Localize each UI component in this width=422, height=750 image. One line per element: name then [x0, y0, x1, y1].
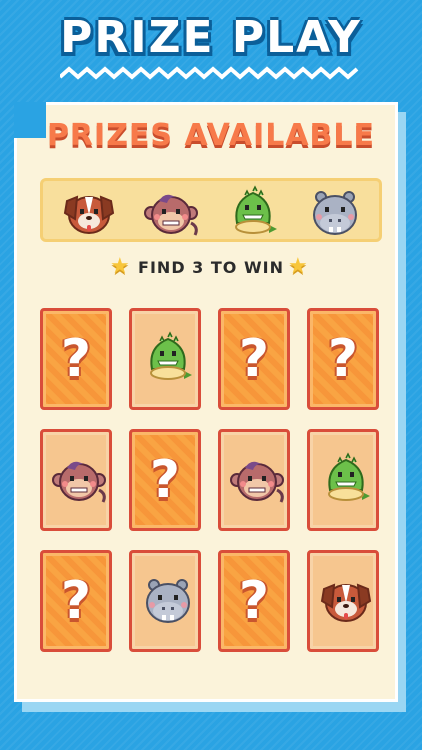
prizes-heading: PRIZES AVAILABLE: [46, 118, 376, 153]
hippo-icon: [138, 573, 198, 631]
question-mark: ?: [238, 329, 270, 389]
revealed-card-crocodile[interactable]: [129, 308, 201, 410]
monkey-icon: [227, 452, 287, 510]
revealed-card-monkey[interactable]: [218, 429, 290, 531]
dog-icon: [316, 573, 376, 631]
monkey-icon: [49, 452, 109, 510]
hidden-card[interactable]: ?: [40, 550, 112, 652]
question-mark: ?: [149, 450, 181, 510]
hidden-card[interactable]: ?: [218, 550, 290, 652]
revealed-card-hippo[interactable]: [129, 550, 201, 652]
revealed-card-crocodile[interactable]: [307, 429, 379, 531]
game-title: PRIZE PLAY: [60, 12, 362, 63]
hidden-card[interactable]: ?: [218, 308, 290, 410]
question-mark: ?: [60, 571, 92, 631]
crocodile-icon: [138, 331, 198, 389]
find-hint: ★ FIND 3 TO WIN ★: [0, 254, 422, 279]
prize-monkey-icon: [141, 185, 201, 239]
question-mark: ?: [60, 329, 92, 389]
prize-strip: [40, 178, 382, 242]
hidden-card[interactable]: ?: [40, 308, 112, 410]
revealed-card-dog[interactable]: [307, 550, 379, 652]
prize-crocodile-icon: [223, 185, 283, 239]
revealed-card-monkey[interactable]: [40, 429, 112, 531]
star-icon: ★: [288, 254, 309, 279]
hidden-card[interactable]: ?: [129, 429, 201, 531]
prize-dog-icon: [59, 185, 119, 239]
question-mark: ?: [327, 329, 359, 389]
prize-hippo-icon: [305, 185, 365, 239]
find-hint-text: FIND 3 TO WIN: [138, 258, 284, 277]
question-mark: ?: [238, 571, 270, 631]
hidden-card[interactable]: ?: [307, 308, 379, 410]
star-icon: ★: [110, 254, 131, 279]
zigzag-divider: [60, 66, 359, 80]
crocodile-icon: [316, 452, 376, 510]
